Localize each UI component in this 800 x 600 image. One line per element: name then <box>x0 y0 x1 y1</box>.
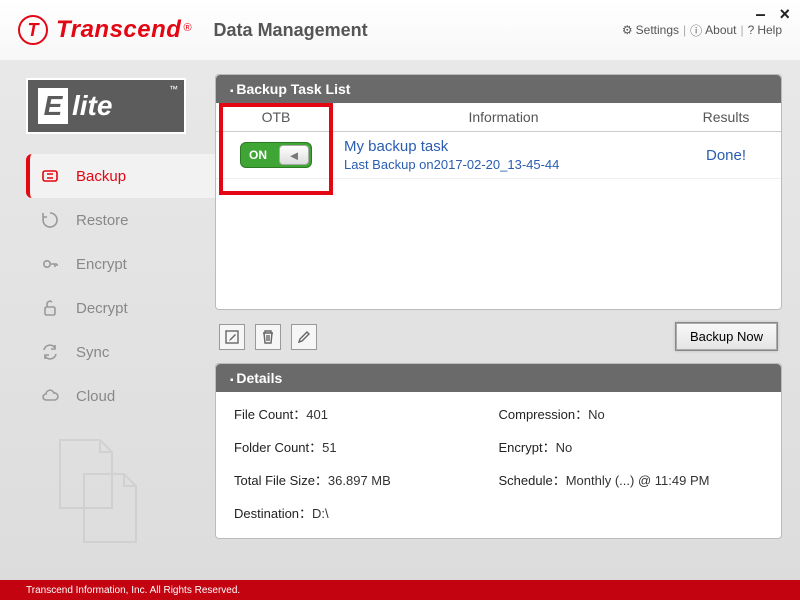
sidebar-item-decrypt[interactable]: Decrypt <box>26 286 215 330</box>
app-subtitle: Data Management <box>214 20 368 41</box>
help-icon: ? <box>748 23 755 37</box>
new-task-button[interactable] <box>219 324 245 350</box>
info-icon: ⓘ <box>690 22 702 39</box>
value: Monthly (...) @ 11:49 PM <box>566 473 710 488</box>
sidebar-item-label: Backup <box>76 168 126 185</box>
value: 401 <box>306 407 328 422</box>
value: 51 <box>322 440 336 455</box>
gear-icon: ⚙ <box>622 23 633 37</box>
help-link[interactable]: ?Help <box>748 23 782 37</box>
separator: | <box>683 23 686 37</box>
result-cell: Done! <box>671 141 781 170</box>
col-header-results: Results <box>671 103 781 131</box>
brand-logo-icon: T <box>18 15 48 45</box>
info-cell: My backup task Last Backup on2017-02-20_… <box>336 132 671 178</box>
label: Destination： <box>234 506 312 521</box>
panel-title: Backup Task List <box>216 75 781 103</box>
help-label: Help <box>757 23 782 37</box>
detail-file-count: File Count：401 <box>234 404 499 423</box>
close-button[interactable]: × <box>779 4 790 25</box>
col-header-otb: OTB <box>216 103 336 131</box>
col-header-info: Information <box>336 103 671 131</box>
task-list-body: OTB Information Results ON ◄ My backup <box>216 103 781 307</box>
panel-title: Details <box>216 364 781 392</box>
footer-text: Transcend Information, Inc. All Rights R… <box>26 585 240 596</box>
task-name: My backup task <box>344 138 448 155</box>
about-label: About <box>705 23 736 37</box>
backup-task-list-panel: Backup Task List OTB Information Results… <box>215 74 782 310</box>
task-table-header: OTB Information Results <box>216 103 781 132</box>
otb-cell: ON ◄ <box>216 136 336 174</box>
brand-name: Transcend <box>56 16 181 43</box>
sidebar-nav: Backup Restore Encrypt Decrypt Sync <box>26 154 215 418</box>
sidebar-item-label: Restore <box>76 212 129 229</box>
detail-destination: Destination：D:\ <box>234 503 763 522</box>
footer: Transcend Information, Inc. All Rights R… <box>0 580 800 600</box>
sidebar-item-label: Encrypt <box>76 256 127 273</box>
sidebar: Elite ™ Backup Restore Encrypt Decrypt <box>0 60 215 580</box>
registered-mark: ® <box>183 22 191 34</box>
label: Encrypt： <box>499 440 556 455</box>
unlock-icon <box>40 298 60 318</box>
label: Compression： <box>499 407 589 422</box>
sidebar-item-restore[interactable]: Restore <box>26 198 215 242</box>
elite-logo-text: lite <box>72 90 112 122</box>
value: No <box>588 407 605 422</box>
task-row[interactable]: ON ◄ My backup task Last Backup on2017-0… <box>216 132 781 179</box>
app-window: – × T Transcend® Data Management ⚙Settin… <box>0 0 800 600</box>
toggle-knob-icon: ◄ <box>279 145 309 165</box>
value: No <box>556 440 573 455</box>
detail-compression: Compression：No <box>499 404 764 423</box>
sync-icon <box>40 342 60 362</box>
backup-now-button[interactable]: Backup Now <box>675 322 778 351</box>
label: Total File Size： <box>234 473 328 488</box>
toggle-on-label: ON <box>249 148 267 162</box>
label: Folder Count： <box>234 440 322 455</box>
sidebar-item-cloud[interactable]: Cloud <box>26 374 215 418</box>
elite-logo: Elite ™ <box>26 78 186 134</box>
background-docs-icon <box>40 430 160 550</box>
detail-folder-count: Folder Count：51 <box>234 437 499 456</box>
label: Schedule： <box>499 473 566 488</box>
value: D:\ <box>312 506 329 521</box>
settings-link[interactable]: ⚙Settings <box>622 23 679 37</box>
minimize-button[interactable]: – <box>755 4 765 25</box>
value: 36.897 MB <box>328 473 391 488</box>
about-link[interactable]: ⓘAbout <box>690 22 736 39</box>
cloud-icon <box>40 386 60 406</box>
sidebar-item-encrypt[interactable]: Encrypt <box>26 242 215 286</box>
sidebar-item-backup[interactable]: Backup <box>26 154 215 198</box>
detail-encrypt: Encrypt：No <box>499 437 764 456</box>
key-icon <box>40 254 60 274</box>
trademark-mark: ™ <box>169 84 178 94</box>
task-last-backup: Last Backup on2017-02-20_13-45-44 <box>344 157 559 172</box>
backup-icon <box>40 166 60 186</box>
last-backup-prefix: Last Backup on <box>344 157 434 172</box>
separator: | <box>741 23 744 37</box>
last-backup-time: 2017-02-20_13-45-44 <box>434 157 560 172</box>
sidebar-item-label: Decrypt <box>76 300 128 317</box>
titlebar-controls: – × <box>755 4 790 25</box>
delete-task-button[interactable] <box>255 324 281 350</box>
sidebar-item-label: Cloud <box>76 388 115 405</box>
sidebar-item-label: Sync <box>76 344 109 361</box>
elite-logo-e: E <box>38 88 68 124</box>
otb-toggle[interactable]: ON ◄ <box>240 142 312 168</box>
detail-total-size: Total File Size：36.897 MB <box>234 470 499 489</box>
content: Backup Task List OTB Information Results… <box>215 60 800 580</box>
body: Elite ™ Backup Restore Encrypt Decrypt <box>0 60 800 580</box>
details-panel: Details File Count：401 Compression：No Fo… <box>215 363 782 539</box>
task-result: Done! <box>706 147 746 164</box>
brand: T Transcend® Data Management <box>18 15 368 45</box>
label: File Count： <box>234 407 306 422</box>
details-body: File Count：401 Compression：No Folder Cou… <box>216 392 781 538</box>
restore-icon <box>40 210 60 230</box>
edit-task-button[interactable] <box>291 324 317 350</box>
detail-schedule: Schedule：Monthly (...) @ 11:49 PM <box>499 470 764 489</box>
task-toolbar: Backup Now <box>215 320 782 353</box>
sidebar-item-sync[interactable]: Sync <box>26 330 215 374</box>
header: T Transcend® Data Management ⚙Settings |… <box>0 0 800 60</box>
settings-label: Settings <box>636 23 679 37</box>
